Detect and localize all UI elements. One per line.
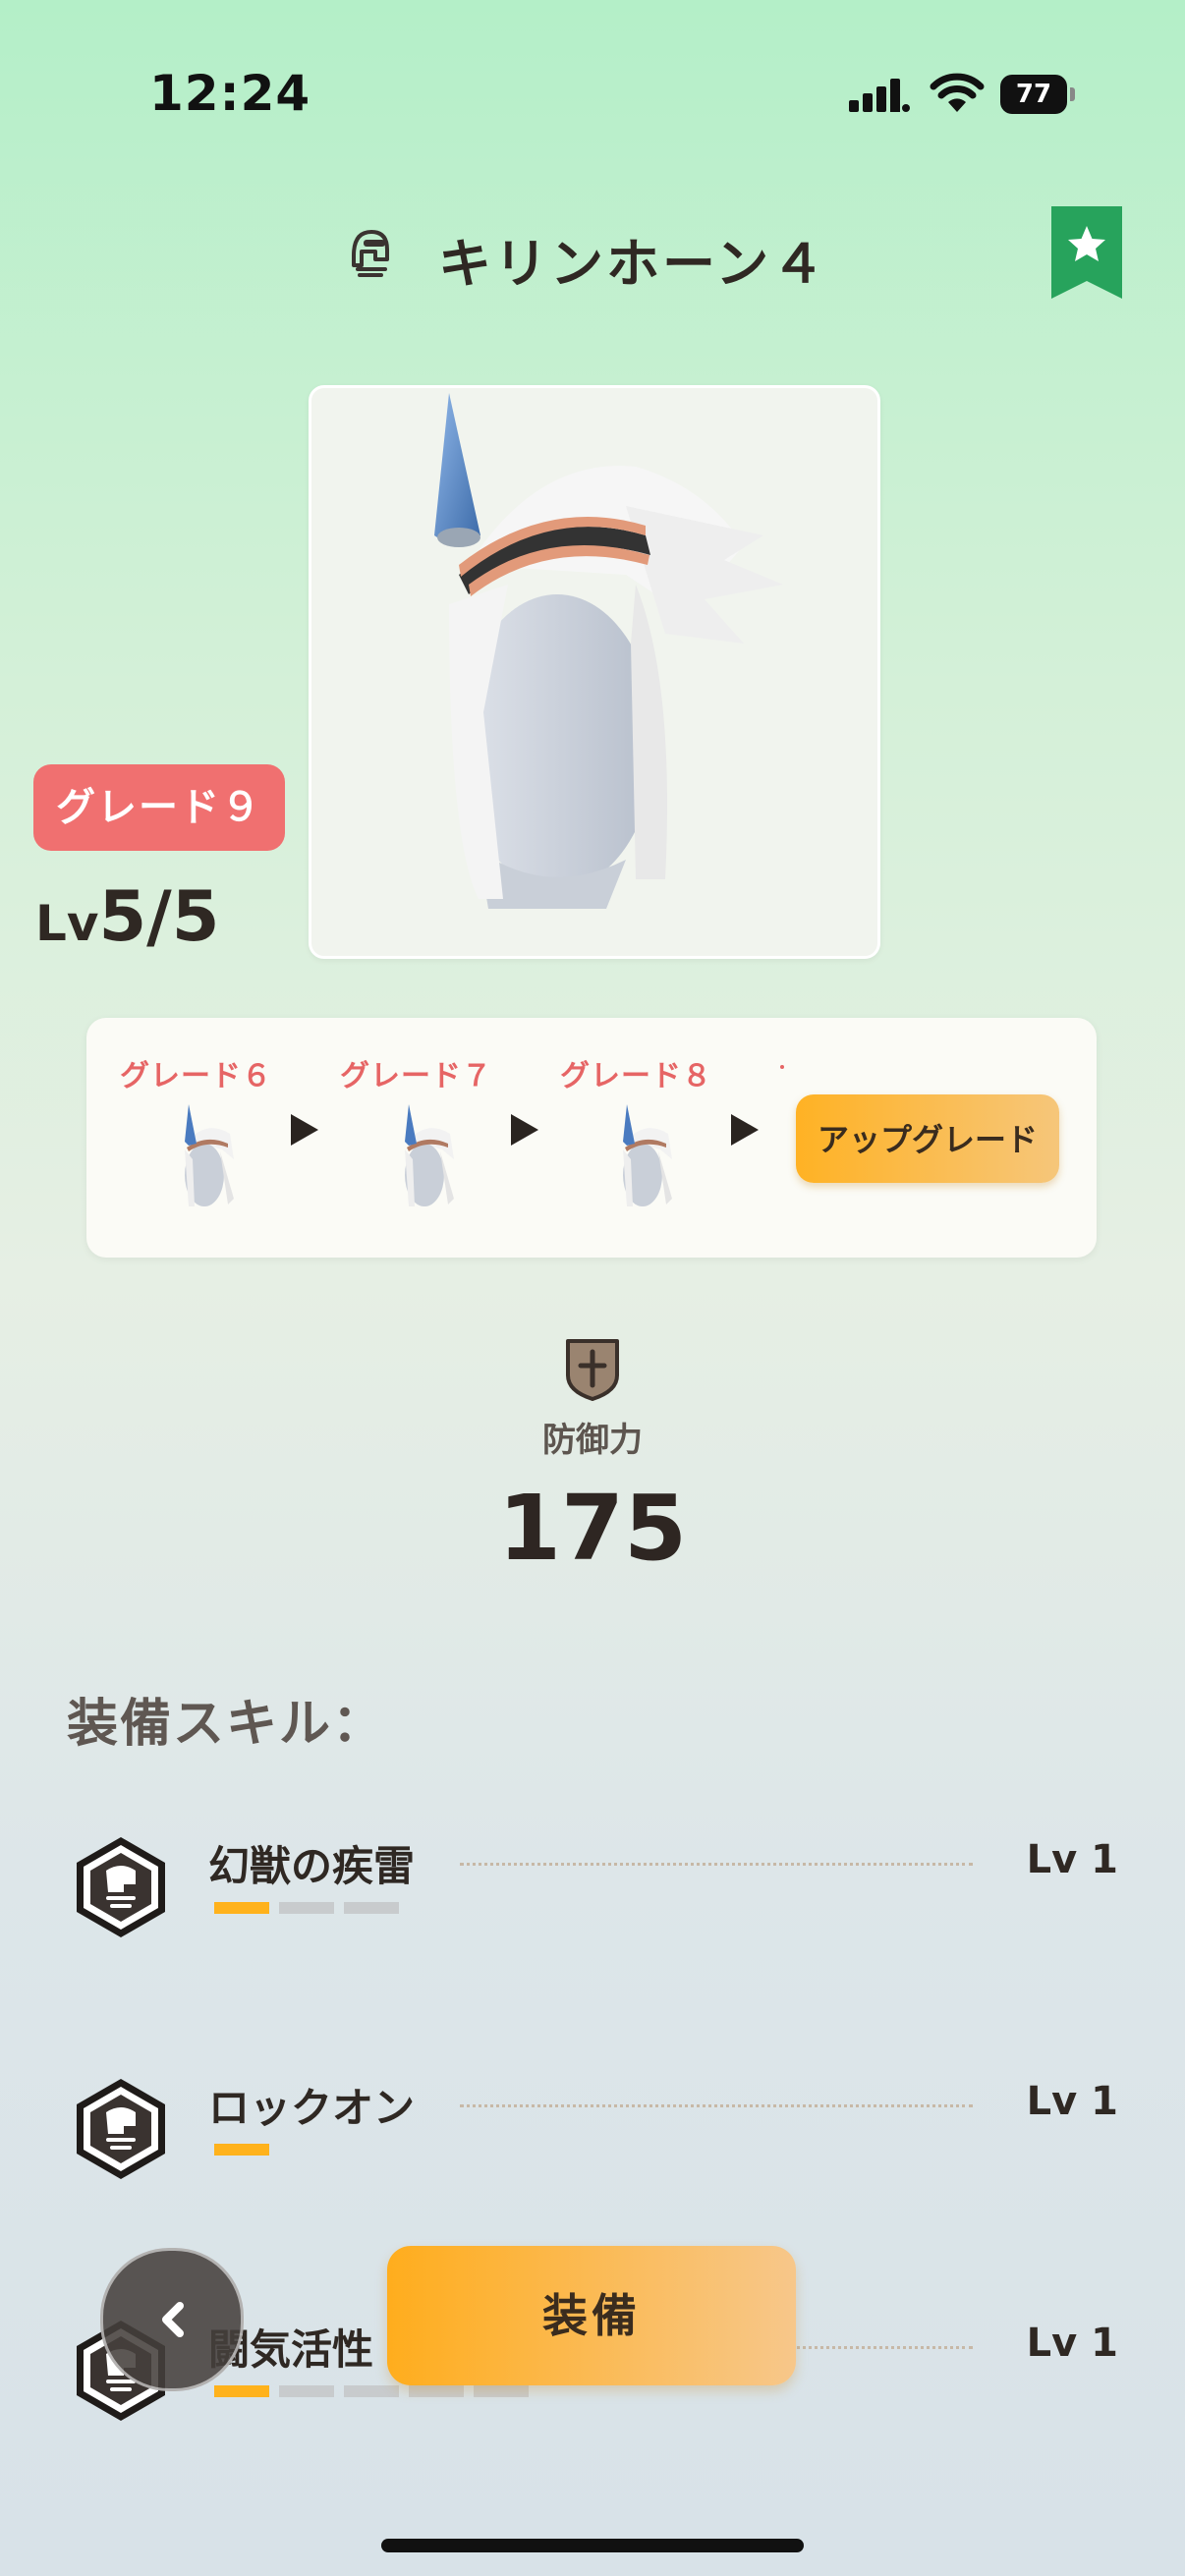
- wifi-icon: [930, 73, 985, 112]
- upgrade-arrow-icon: [291, 1114, 318, 1146]
- skill-level-segment: [214, 2144, 269, 2156]
- upgrade-arrow-icon: [731, 1114, 759, 1146]
- item-preview-image: [309, 385, 880, 959]
- battery-level: 77: [1015, 80, 1052, 109]
- skill-level-segment: [279, 2385, 334, 2397]
- upgrade-step-label: グレード６: [120, 1059, 272, 1093]
- cellular-signal-icon: [849, 79, 910, 112]
- star-bookmark-icon[interactable]: [1051, 206, 1122, 299]
- upgrade-step-label: グレード７: [340, 1059, 492, 1093]
- page-title: キリンホーン４: [438, 233, 828, 295]
- skill-level: Lv 1: [1026, 2079, 1118, 2124]
- skill-level-segment: [344, 2385, 399, 2397]
- upgrade-step-thumbnail[interactable]: [379, 1091, 474, 1220]
- upgrade-step-thumbnail[interactable]: [597, 1091, 692, 1220]
- item-level: Lv5/5: [35, 876, 219, 957]
- dotted-leader: [460, 2104, 973, 2107]
- back-button[interactable]: [100, 2248, 244, 2391]
- skill-level: Lv 1: [1026, 1837, 1118, 1882]
- level-value: 5/5: [98, 876, 220, 957]
- skill-level: Lv 1: [1026, 2321, 1118, 2366]
- skill-level-segment: [344, 1902, 399, 1914]
- skill-level-segment: [474, 2385, 529, 2397]
- grade-badge: グレード９: [33, 764, 285, 851]
- skill-level-segment: [214, 1902, 269, 1914]
- skill-level-segment: [279, 1902, 334, 1914]
- skills-section-title: 装備スキル：: [67, 1695, 386, 1754]
- level-prefix: Lv: [35, 895, 99, 952]
- helmet-icon: [352, 230, 389, 277]
- upgrade-step-label: グレード８: [560, 1059, 712, 1093]
- skill-name: ロックオン: [208, 2084, 416, 2132]
- home-indicator: [381, 2539, 804, 2552]
- skill-emblem-icon: [77, 2079, 165, 2179]
- upgrade-arrow-icon: [511, 1114, 538, 1146]
- skill-level-bars: [214, 2385, 529, 2397]
- skill-emblem-icon: [77, 1837, 165, 1937]
- equip-button[interactable]: 装備: [387, 2246, 796, 2385]
- dotted-leader: [460, 1863, 973, 1866]
- skill-row[interactable]: 幻獣の疾雷 Lv 1: [67, 1833, 1118, 1951]
- skill-level-bars: [214, 2144, 269, 2156]
- upgrade-path-panel: グレード６ グレード７ グレード８ アップグレード: [86, 1018, 1097, 1258]
- skill-level-segment: [409, 2385, 464, 2397]
- upgrade-dot: [780, 1065, 784, 1069]
- kirin-horn-helmet-illustration: [434, 393, 783, 909]
- chevron-left-icon: [162, 2302, 184, 2337]
- defense-label: 防御力: [542, 1421, 643, 1460]
- upgrade-step-thumbnail[interactable]: [159, 1091, 254, 1220]
- skill-row[interactable]: ロックオン Lv 1: [67, 2075, 1118, 2193]
- status-time: 12:24: [149, 65, 311, 122]
- skill-level-bars: [214, 1902, 399, 1914]
- shield-icon: [566, 1339, 619, 1401]
- battery-indicator: 77: [1000, 75, 1075, 114]
- skill-name: 幻獣の疾雷: [208, 1842, 416, 1890]
- defense-value: 175: [497, 1476, 688, 1581]
- upgrade-button[interactable]: アップグレード: [796, 1094, 1059, 1183]
